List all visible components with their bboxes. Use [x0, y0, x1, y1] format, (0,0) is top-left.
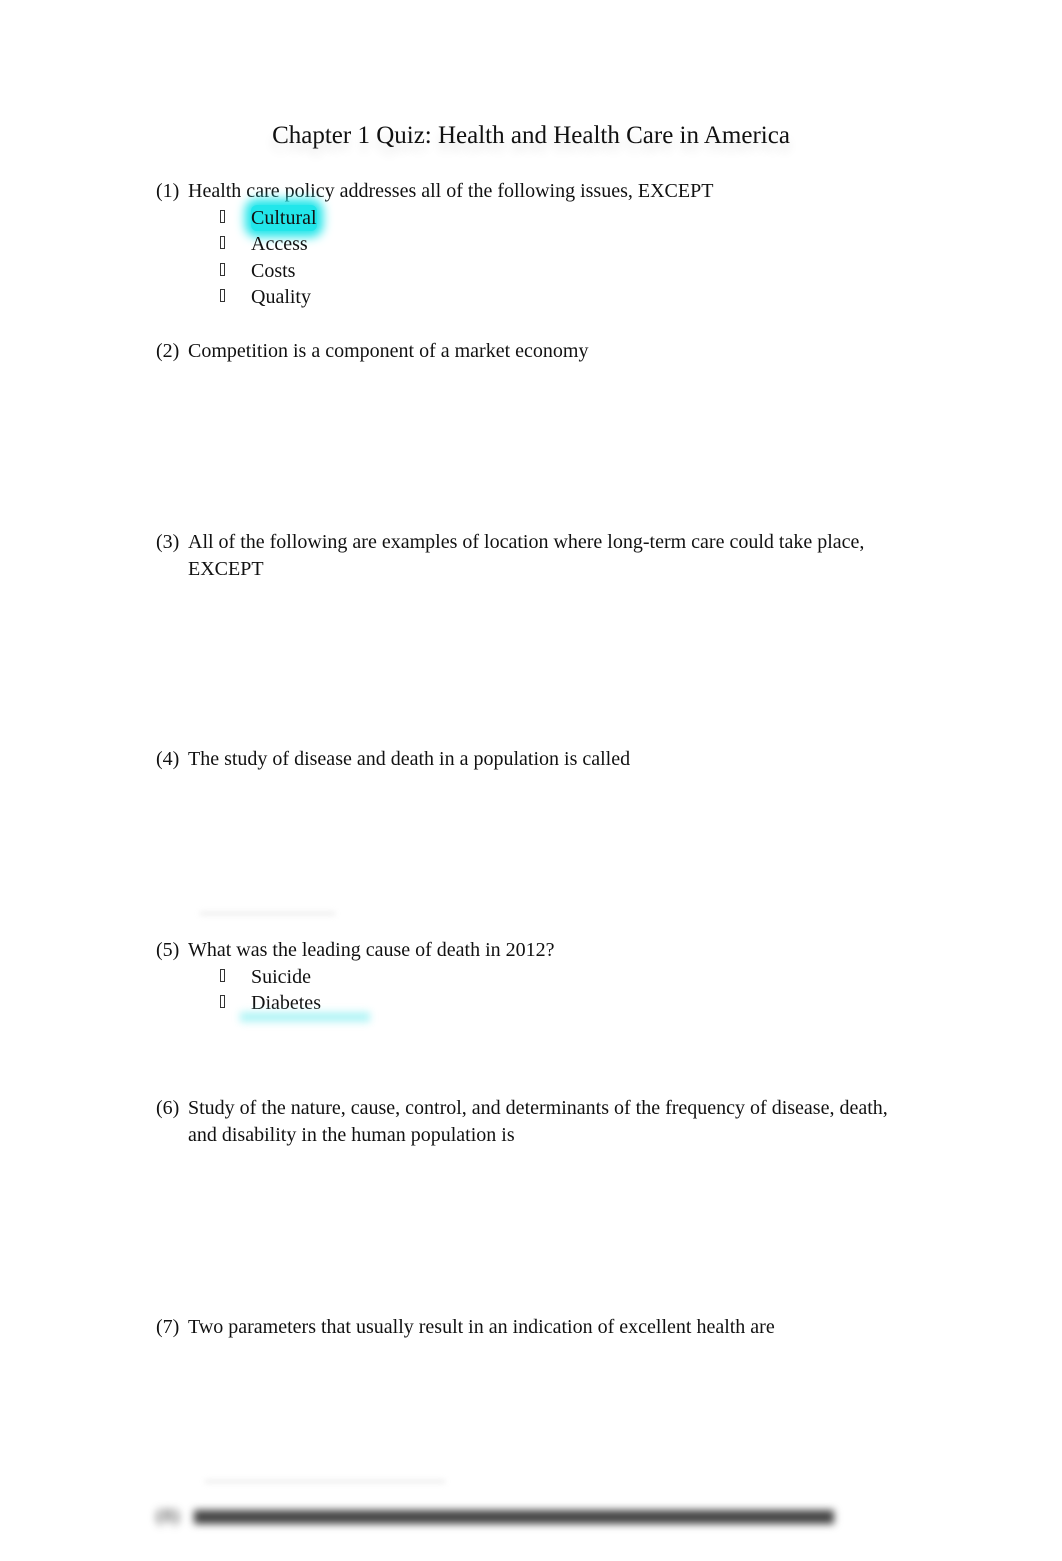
question-text: Competition is a component of a market e… [188, 340, 589, 362]
question-number: (6) [156, 1097, 180, 1119]
question-text: Health care policy addresses all of the … [188, 180, 714, 202]
faded-divider [200, 912, 335, 915]
option-label: Access [251, 233, 308, 255]
option-list: Cultural Access Costs Quality [156, 204, 916, 311]
question-number: (1) [156, 180, 180, 202]
question-1: (1) Health care policy addresses all of … [156, 178, 916, 311]
option-item: Costs [220, 258, 916, 285]
option-label: Costs [251, 259, 296, 282]
question-text: What was the leading cause of death in 2… [188, 939, 555, 961]
question-3: (3) All of the following are examples of… [156, 529, 916, 582]
faded-divider [205, 1480, 445, 1483]
highlight-fade [240, 1012, 370, 1022]
option-label: Suicide [251, 965, 311, 988]
question-number: (3) [156, 531, 180, 553]
option-item: Quality [220, 284, 916, 311]
question-6: (6) Study of the nature, cause, control,… [156, 1095, 916, 1148]
question-text: All of the following are examples of loc… [188, 531, 865, 580]
option-item: Cultural [220, 204, 916, 231]
question-number: (7) [156, 1316, 180, 1338]
question-2: (2) Competition is a component of a mark… [156, 338, 916, 365]
bullet-icon [220, 262, 225, 276]
document-title: Chapter 1 Quiz: Health and Health Care i… [272, 122, 790, 149]
bullet-icon [220, 236, 225, 249]
bullet-icon [220, 209, 225, 223]
question-number: (4) [156, 748, 180, 770]
question-5: (5) What was the leading cause of death … [156, 937, 916, 1017]
question-7: (7) Two parameters that usually result i… [156, 1314, 916, 1341]
bullet-icon [220, 968, 225, 982]
option-list: Suicide Diabetes [156, 964, 916, 1017]
question-text: The study of disease and death in a popu… [188, 748, 631, 770]
blurred-text [194, 1510, 835, 1525]
bullet-icon [220, 995, 225, 1008]
option-label-highlighted: Cultural [251, 204, 317, 231]
bullet-icon [220, 289, 225, 302]
option-label: Quality [251, 286, 311, 308]
question-number: (5) [156, 939, 180, 961]
option-item: Access [220, 231, 916, 258]
question-number: (8) [156, 1505, 180, 1527]
question-4: (4) The study of disease and death in a … [156, 746, 916, 773]
option-item: Suicide [220, 964, 916, 991]
question-8-blurred: (8) [156, 1505, 866, 1533]
question-text: Two parameters that usually result in an… [188, 1316, 775, 1338]
question-number: (2) [156, 340, 180, 362]
question-text: Study of the nature, cause, control, and… [188, 1097, 888, 1146]
